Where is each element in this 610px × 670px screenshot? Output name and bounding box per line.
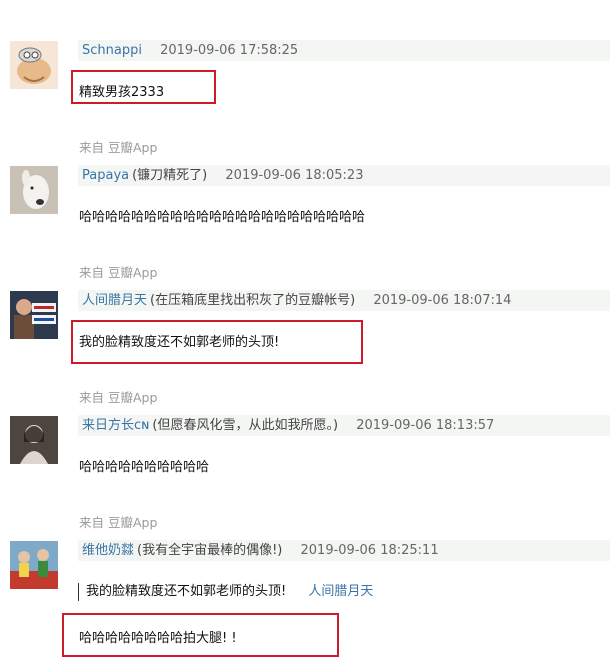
- avatar-photo-icon: [10, 291, 58, 339]
- highlight-box: [71, 70, 216, 104]
- avatar-group-photo-icon: [10, 541, 58, 589]
- avatar-dog-icon: [10, 166, 58, 214]
- comment-header: 人间腊月天 (在压箱底里找出积灰了的豆瓣帐号) 2019-09-06 18:07:…: [78, 290, 610, 311]
- avatar[interactable]: [10, 41, 58, 89]
- comment-signature: (我有全宇宙最棒的偶像!): [137, 543, 283, 558]
- quoted-author-link[interactable]: 人间腊月天: [308, 584, 373, 599]
- comment-header: Schnappi 2019-09-06 17:58:25: [78, 40, 610, 61]
- comment-time: 2019-09-06 18:13:57: [356, 418, 495, 433]
- highlight-box: [71, 320, 363, 364]
- highlight-box: [62, 613, 339, 657]
- quoted-comment: 我的脸精致度还不如郭老师的头顶! 人间腊月天: [78, 583, 373, 601]
- avatar-cartoon-icon: [10, 41, 58, 89]
- comment-content: 哈哈哈哈哈哈哈哈哈哈: [79, 460, 210, 475]
- comment-source: 来自 豆瓣App: [79, 390, 158, 405]
- comment-source: 来自 豆瓣App: [79, 265, 158, 280]
- comment-signature: (镰刀精死了): [132, 168, 208, 183]
- comment-header: 来日方长ᴄɴ (但愿春风化雪，从此如我所愿。) 2019-09-06 18:13:…: [78, 415, 610, 436]
- comment-signature: (但愿春风化雪，从此如我所愿。): [152, 418, 339, 433]
- comment-author-link[interactable]: 维他奶㵘: [82, 543, 134, 558]
- comment-signature: (在压箱底里找出积灰了的豆瓣帐号): [150, 293, 356, 308]
- avatar[interactable]: [10, 166, 58, 214]
- comment-author-link[interactable]: Schnappi: [82, 43, 142, 58]
- comment-header: 维他奶㵘 (我有全宇宙最棒的偶像!) 2019-09-06 18:25:11: [78, 540, 610, 561]
- comment-time: 2019-09-06 18:07:14: [373, 293, 512, 308]
- comment-source: 来自 豆瓣App: [79, 515, 158, 530]
- comment-author-link[interactable]: Papaya: [82, 168, 129, 183]
- avatar[interactable]: [10, 416, 58, 464]
- comment-time: 2019-09-06 18:25:11: [300, 543, 439, 558]
- comment-time: 2019-09-06 18:05:23: [225, 168, 364, 183]
- comment-header: Papaya (镰刀精死了) 2019-09-06 18:05:23: [78, 165, 610, 186]
- comment-content: 哈哈哈哈哈哈哈哈哈哈哈哈哈哈哈哈哈哈哈哈哈哈: [79, 210, 366, 225]
- avatar[interactable]: [10, 541, 58, 589]
- comment-author-link[interactable]: 人间腊月天: [82, 293, 147, 308]
- comment-source: 来自 豆瓣App: [79, 140, 158, 155]
- comment-time: 2019-09-06 17:58:25: [160, 43, 299, 58]
- avatar[interactable]: [10, 291, 58, 339]
- avatar-portrait-icon: [10, 416, 58, 464]
- quoted-text: 我的脸精致度还不如郭老师的头顶!: [86, 584, 287, 599]
- comment-author-link[interactable]: 来日方长ᴄɴ: [82, 418, 149, 433]
